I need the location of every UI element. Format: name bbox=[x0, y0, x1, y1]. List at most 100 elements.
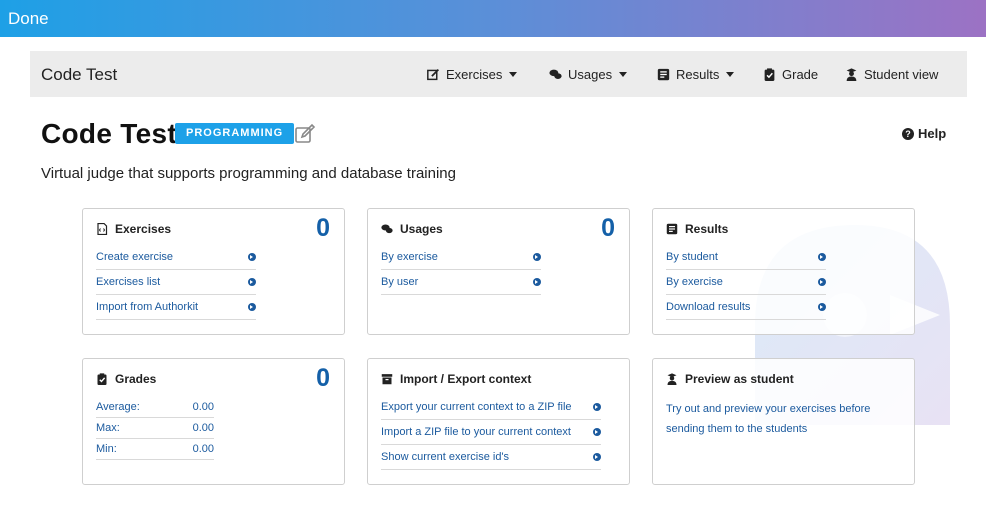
preview-card-title: Preview as student bbox=[685, 372, 794, 386]
chevron-down-icon bbox=[619, 72, 628, 77]
stat-value: 0.00 bbox=[192, 401, 214, 413]
arrow-circle-right-icon bbox=[248, 303, 256, 311]
stat-value: 0.00 bbox=[192, 443, 214, 455]
link-label: By exercise bbox=[381, 251, 438, 263]
grades-count: 0 bbox=[316, 364, 330, 392]
arrow-circle-right-icon bbox=[593, 453, 601, 461]
nav-student-view[interactable]: Student view bbox=[845, 67, 938, 82]
preview-description[interactable]: Try out and preview your exercises befor… bbox=[666, 399, 896, 439]
archive-icon bbox=[381, 374, 393, 385]
type-badge: PROGRAMMING bbox=[175, 123, 295, 144]
link-label: By student bbox=[666, 251, 718, 263]
import-export-card-title: Import / Export context bbox=[400, 372, 532, 386]
results-by-student-link[interactable]: By student bbox=[666, 245, 826, 270]
import-export-card: Import / Export context Export your curr… bbox=[367, 358, 630, 485]
preview-card[interactable]: Preview as student Try out and preview y… bbox=[652, 358, 915, 485]
arrow-circle-right-icon bbox=[818, 278, 826, 286]
nav-grade-label: Grade bbox=[782, 67, 819, 82]
nav-usages-label: Usages bbox=[568, 67, 613, 82]
usages-count: 0 bbox=[601, 214, 615, 242]
nav-student-view-label: Student view bbox=[864, 67, 939, 82]
link-label: Import from Authorkit bbox=[96, 301, 199, 313]
link-label: Import a ZIP file to your current contex… bbox=[381, 426, 571, 438]
clipboard-check-icon bbox=[97, 373, 107, 385]
grade-min-row: Min: 0.00 bbox=[96, 439, 214, 460]
arrow-circle-right-icon bbox=[248, 253, 256, 261]
grades-card: Grades 0 Average: 0.00 Max: 0.00 Min: 0.00 bbox=[82, 358, 345, 485]
import-zip-link[interactable]: Import a ZIP file to your current contex… bbox=[381, 420, 601, 445]
link-label: By exercise bbox=[666, 276, 723, 288]
arrow-circle-right-icon bbox=[593, 403, 601, 411]
list-icon bbox=[657, 68, 670, 81]
arrow-circle-right-icon bbox=[593, 428, 601, 436]
nav-results[interactable]: Results bbox=[657, 67, 735, 82]
file-code-icon bbox=[97, 223, 108, 235]
arrow-circle-right-icon bbox=[533, 253, 541, 261]
list-icon bbox=[666, 223, 678, 235]
usages-by-user-link[interactable]: By user bbox=[381, 270, 541, 295]
nav-exercises-label: Exercises bbox=[446, 67, 503, 82]
usages-card-title: Usages bbox=[400, 222, 443, 236]
clipboard-check-icon bbox=[764, 68, 775, 81]
chevron-down-icon bbox=[509, 72, 518, 77]
results-card: Results By student By exercise Download … bbox=[652, 208, 915, 335]
edit-title-icon[interactable] bbox=[294, 123, 316, 145]
import-export-card-header: Import / Export context bbox=[381, 372, 531, 386]
grade-max-row: Max: 0.00 bbox=[96, 418, 214, 439]
grades-card-title: Grades bbox=[115, 372, 157, 386]
nav-exercises[interactable]: Exercises bbox=[427, 67, 518, 82]
user-graduate-icon bbox=[846, 68, 857, 81]
import-authorkit-link[interactable]: Import from Authorkit bbox=[96, 295, 256, 320]
arrow-circle-right-icon bbox=[248, 278, 256, 286]
navbar: Code Test Exercises Usages Results Grade… bbox=[30, 51, 967, 97]
edit-icon bbox=[427, 68, 440, 81]
comments-icon bbox=[549, 69, 562, 79]
stat-label: Average: bbox=[96, 401, 140, 413]
show-exercise-ids-link[interactable]: Show current exercise id's bbox=[381, 445, 601, 470]
user-graduate-icon bbox=[667, 373, 677, 385]
page-subtitle: Virtual judge that supports programming … bbox=[41, 165, 456, 182]
download-results-link[interactable]: Download results bbox=[666, 295, 826, 320]
exercises-card-header: Exercises bbox=[96, 222, 171, 236]
done-button[interactable]: Done bbox=[8, 9, 49, 29]
page-title: Code Test bbox=[41, 118, 177, 149]
link-label: By user bbox=[381, 276, 419, 288]
results-by-exercise-link[interactable]: By exercise bbox=[666, 270, 826, 295]
create-exercise-link[interactable]: Create exercise bbox=[96, 245, 256, 270]
exercises-card-title: Exercises bbox=[115, 222, 172, 236]
results-card-header: Results bbox=[666, 222, 728, 236]
stat-value: 0.00 bbox=[192, 422, 214, 434]
link-label: Export your current context to a ZIP fil… bbox=[381, 401, 572, 413]
navbar-brand[interactable]: Code Test bbox=[41, 65, 117, 85]
usages-card: Usages 0 By exercise By user bbox=[367, 208, 630, 335]
help-link[interactable]: ? Help bbox=[902, 126, 946, 141]
grade-average-row: Average: 0.00 bbox=[96, 397, 214, 418]
question-circle-icon: ? bbox=[902, 127, 914, 140]
grades-card-header: Grades bbox=[96, 372, 156, 386]
arrow-circle-right-icon bbox=[818, 253, 826, 261]
chevron-down-icon bbox=[726, 72, 735, 77]
stat-label: Max: bbox=[96, 422, 120, 434]
usages-card-header: Usages bbox=[381, 222, 443, 236]
export-zip-link[interactable]: Export your current context to a ZIP fil… bbox=[381, 395, 601, 420]
comments-icon bbox=[381, 224, 393, 234]
exercises-list-link[interactable]: Exercises list bbox=[96, 270, 256, 295]
arrow-circle-right-icon bbox=[533, 278, 541, 286]
preview-card-header: Preview as student bbox=[666, 372, 794, 386]
link-label: Download results bbox=[666, 301, 751, 313]
top-bar: Done bbox=[0, 0, 986, 37]
svg-text:?: ? bbox=[905, 129, 911, 139]
exercises-count: 0 bbox=[316, 214, 330, 242]
link-label: Show current exercise id's bbox=[381, 451, 510, 463]
nav-usages[interactable]: Usages bbox=[549, 67, 628, 82]
help-label: Help bbox=[918, 126, 947, 141]
exercises-card: Exercises 0 Create exercise Exercises li… bbox=[82, 208, 345, 335]
nav-results-label: Results bbox=[676, 67, 720, 82]
results-card-title: Results bbox=[685, 222, 729, 236]
link-label: Create exercise bbox=[96, 251, 174, 263]
link-label: Exercises list bbox=[96, 276, 161, 288]
usages-by-exercise-link[interactable]: By exercise bbox=[381, 245, 541, 270]
nav-grade[interactable]: Grade bbox=[763, 67, 818, 82]
stat-label: Min: bbox=[96, 443, 117, 455]
arrow-circle-right-icon bbox=[818, 303, 826, 311]
